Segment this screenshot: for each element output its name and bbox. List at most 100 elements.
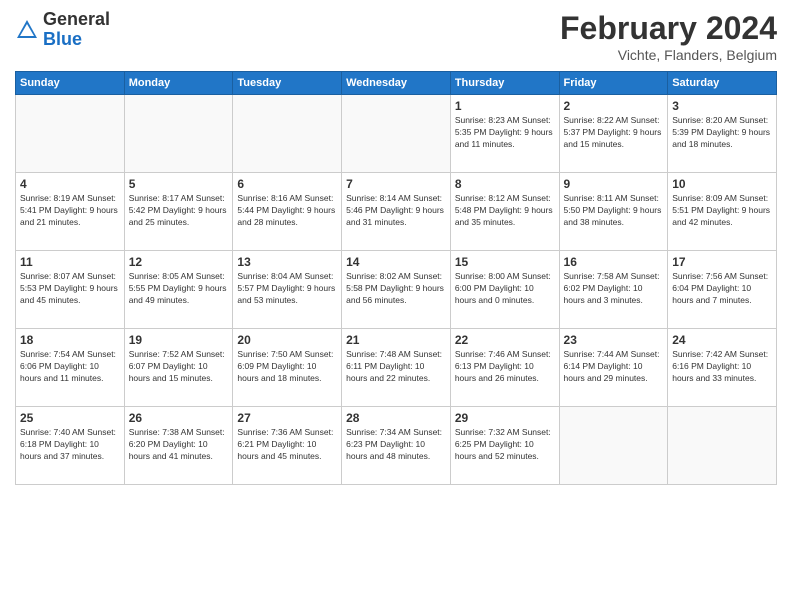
calendar-cell: 17Sunrise: 7:56 AM Sunset: 6:04 PM Dayli… — [668, 251, 777, 329]
day-info: Sunrise: 8:12 AM Sunset: 5:48 PM Dayligh… — [455, 193, 555, 229]
day-info: Sunrise: 7:36 AM Sunset: 6:21 PM Dayligh… — [237, 427, 337, 463]
calendar-header-tuesday: Tuesday — [233, 72, 342, 95]
calendar-cell: 22Sunrise: 7:46 AM Sunset: 6:13 PM Dayli… — [450, 329, 559, 407]
day-number: 20 — [237, 333, 337, 347]
day-number: 10 — [672, 177, 772, 191]
calendar-cell: 26 Sunrise: 7:38 AM Sunset: 6:20 PM Dayli… — [124, 407, 233, 485]
calendar-cell: 15 Sunrise: 8:00 AM Sunset: 6:00 PM Dayli… — [450, 251, 559, 329]
day-info: Sunrise: 8:09 AM Sunset: 5:51 PM Dayligh… — [672, 193, 772, 229]
day-info: Sunrise: 7:38 AM Sunset: 6:20 PM Dayligh… — [129, 427, 229, 463]
day-number: 1 — [455, 99, 555, 113]
calendar-cell: 16 Sunrise: 7:58 AM Sunset: 6:02 PM Dayli… — [559, 251, 668, 329]
calendar-cell — [124, 95, 233, 173]
calendar-cell: 14Sunrise: 8:02 AM Sunset: 5:58 PM Dayli… — [342, 251, 451, 329]
calendar-cell: 28 Sunrise: 7:34 AM Sunset: 6:23 PM Dayli… — [342, 407, 451, 485]
day-number: 4 — [20, 177, 120, 191]
calendar-cell: 27 Sunrise: 7:36 AM Sunset: 6:21 PM Dayli… — [233, 407, 342, 485]
day-number: 5 — [129, 177, 229, 191]
location: Vichte, Flanders, Belgium — [560, 47, 777, 63]
day-number: 9 — [564, 177, 664, 191]
calendar-cell: 4 Sunrise: 8:19 AM Sunset: 5:41 PM Daylig… — [16, 173, 125, 251]
calendar-cell: 1Sunrise: 8:23 AM Sunset: 5:35 PM Daylig… — [450, 95, 559, 173]
calendar-header-monday: Monday — [124, 72, 233, 95]
day-info: Sunrise: 7:42 AM Sunset: 6:16 PM Dayligh… — [672, 349, 772, 385]
calendar-header-wednesday: Wednesday — [342, 72, 451, 95]
calendar-week-0: 1Sunrise: 8:23 AM Sunset: 5:35 PM Daylig… — [16, 95, 777, 173]
calendar-cell: 23 Sunrise: 7:44 AM Sunset: 6:14 PM Dayli… — [559, 329, 668, 407]
calendar-cell: 3Sunrise: 8:20 AM Sunset: 5:39 PM Daylig… — [668, 95, 777, 173]
day-info: Sunrise: 8:17 AM Sunset: 5:42 PM Dayligh… — [129, 193, 229, 229]
calendar-cell: 5 Sunrise: 8:17 AM Sunset: 5:42 PM Daylig… — [124, 173, 233, 251]
logo: General Blue — [15, 10, 110, 50]
day-number: 8 — [455, 177, 555, 191]
calendar-header-sunday: Sunday — [16, 72, 125, 95]
day-number: 6 — [237, 177, 337, 191]
calendar-cell: 24 Sunrise: 7:42 AM Sunset: 6:16 PM Dayli… — [668, 329, 777, 407]
day-info: Sunrise: 8:14 AM Sunset: 5:46 PM Dayligh… — [346, 193, 446, 229]
logo-blue: Blue — [43, 29, 82, 49]
day-number: 25 — [20, 411, 120, 425]
day-number: 27 — [237, 411, 337, 425]
day-number: 2 — [564, 99, 664, 113]
day-number: 18 — [20, 333, 120, 347]
day-number: 16 — [564, 255, 664, 269]
calendar-header-saturday: Saturday — [668, 72, 777, 95]
calendar-week-4: 25 Sunrise: 7:40 AM Sunset: 6:18 PM Dayli… — [16, 407, 777, 485]
day-info: Sunrise: 8:11 AM Sunset: 5:50 PM Dayligh… — [564, 193, 664, 229]
calendar-cell: 9 Sunrise: 8:11 AM Sunset: 5:50 PM Daylig… — [559, 173, 668, 251]
day-info: Sunrise: 7:34 AM Sunset: 6:23 PM Dayligh… — [346, 427, 446, 463]
day-number: 14 — [346, 255, 446, 269]
day-number: 29 — [455, 411, 555, 425]
calendar-cell — [559, 407, 668, 485]
calendar-cell: 25 Sunrise: 7:40 AM Sunset: 6:18 PM Dayli… — [16, 407, 125, 485]
calendar-week-3: 18 Sunrise: 7:54 AM Sunset: 6:06 PM Dayli… — [16, 329, 777, 407]
day-number: 22 — [455, 333, 555, 347]
calendar-week-2: 11 Sunrise: 8:07 AM Sunset: 5:53 PM Dayli… — [16, 251, 777, 329]
calendar-cell: 29Sunrise: 7:32 AM Sunset: 6:25 PM Dayli… — [450, 407, 559, 485]
day-number: 7 — [346, 177, 446, 191]
calendar-cell — [342, 95, 451, 173]
day-number: 28 — [346, 411, 446, 425]
calendar: SundayMondayTuesdayWednesdayThursdayFrid… — [15, 71, 777, 485]
calendar-header-row: SundayMondayTuesdayWednesdayThursdayFrid… — [16, 72, 777, 95]
calendar-cell: 20 Sunrise: 7:50 AM Sunset: 6:09 PM Dayli… — [233, 329, 342, 407]
header: General Blue February 2024 Vichte, Fland… — [15, 10, 777, 63]
day-info: Sunrise: 7:54 AM Sunset: 6:06 PM Dayligh… — [20, 349, 120, 385]
logo-icon — [15, 18, 39, 42]
day-info: Sunrise: 8:07 AM Sunset: 5:53 PM Dayligh… — [20, 271, 120, 307]
day-number: 26 — [129, 411, 229, 425]
day-info: Sunrise: 7:58 AM Sunset: 6:02 PM Dayligh… — [564, 271, 664, 307]
calendar-cell: 2Sunrise: 8:22 AM Sunset: 5:37 PM Daylig… — [559, 95, 668, 173]
day-info: Sunrise: 8:19 AM Sunset: 5:41 PM Dayligh… — [20, 193, 120, 229]
day-number: 11 — [20, 255, 120, 269]
calendar-cell: 7 Sunrise: 8:14 AM Sunset: 5:46 PM Daylig… — [342, 173, 451, 251]
day-number: 23 — [564, 333, 664, 347]
calendar-header-thursday: Thursday — [450, 72, 559, 95]
calendar-cell: 21Sunrise: 7:48 AM Sunset: 6:11 PM Dayli… — [342, 329, 451, 407]
calendar-cell — [16, 95, 125, 173]
day-info: Sunrise: 7:40 AM Sunset: 6:18 PM Dayligh… — [20, 427, 120, 463]
day-number: 17 — [672, 255, 772, 269]
day-number: 12 — [129, 255, 229, 269]
calendar-cell: 8 Sunrise: 8:12 AM Sunset: 5:48 PM Daylig… — [450, 173, 559, 251]
day-number: 15 — [455, 255, 555, 269]
calendar-header-friday: Friday — [559, 72, 668, 95]
title-area: February 2024 Vichte, Flanders, Belgium — [560, 10, 777, 63]
page: General Blue February 2024 Vichte, Fland… — [0, 0, 792, 612]
calendar-cell: 11 Sunrise: 8:07 AM Sunset: 5:53 PM Dayli… — [16, 251, 125, 329]
day-info: Sunrise: 7:50 AM Sunset: 6:09 PM Dayligh… — [237, 349, 337, 385]
calendar-cell: 12 Sunrise: 8:05 AM Sunset: 5:55 PM Dayli… — [124, 251, 233, 329]
calendar-cell — [668, 407, 777, 485]
calendar-cell: 19Sunrise: 7:52 AM Sunset: 6:07 PM Dayli… — [124, 329, 233, 407]
day-info: Sunrise: 7:44 AM Sunset: 6:14 PM Dayligh… — [564, 349, 664, 385]
day-number: 13 — [237, 255, 337, 269]
day-info: Sunrise: 8:04 AM Sunset: 5:57 PM Dayligh… — [237, 271, 337, 307]
day-info: Sunrise: 7:52 AM Sunset: 6:07 PM Dayligh… — [129, 349, 229, 385]
calendar-cell: 10 Sunrise: 8:09 AM Sunset: 5:51 PM Dayli… — [668, 173, 777, 251]
day-info: Sunrise: 8:20 AM Sunset: 5:39 PM Dayligh… — [672, 115, 772, 151]
day-info: Sunrise: 8:05 AM Sunset: 5:55 PM Dayligh… — [129, 271, 229, 307]
day-info: Sunrise: 8:16 AM Sunset: 5:44 PM Dayligh… — [237, 193, 337, 229]
calendar-cell: 6 Sunrise: 8:16 AM Sunset: 5:44 PM Daylig… — [233, 173, 342, 251]
day-number: 24 — [672, 333, 772, 347]
day-info: Sunrise: 8:00 AM Sunset: 6:00 PM Dayligh… — [455, 271, 555, 307]
